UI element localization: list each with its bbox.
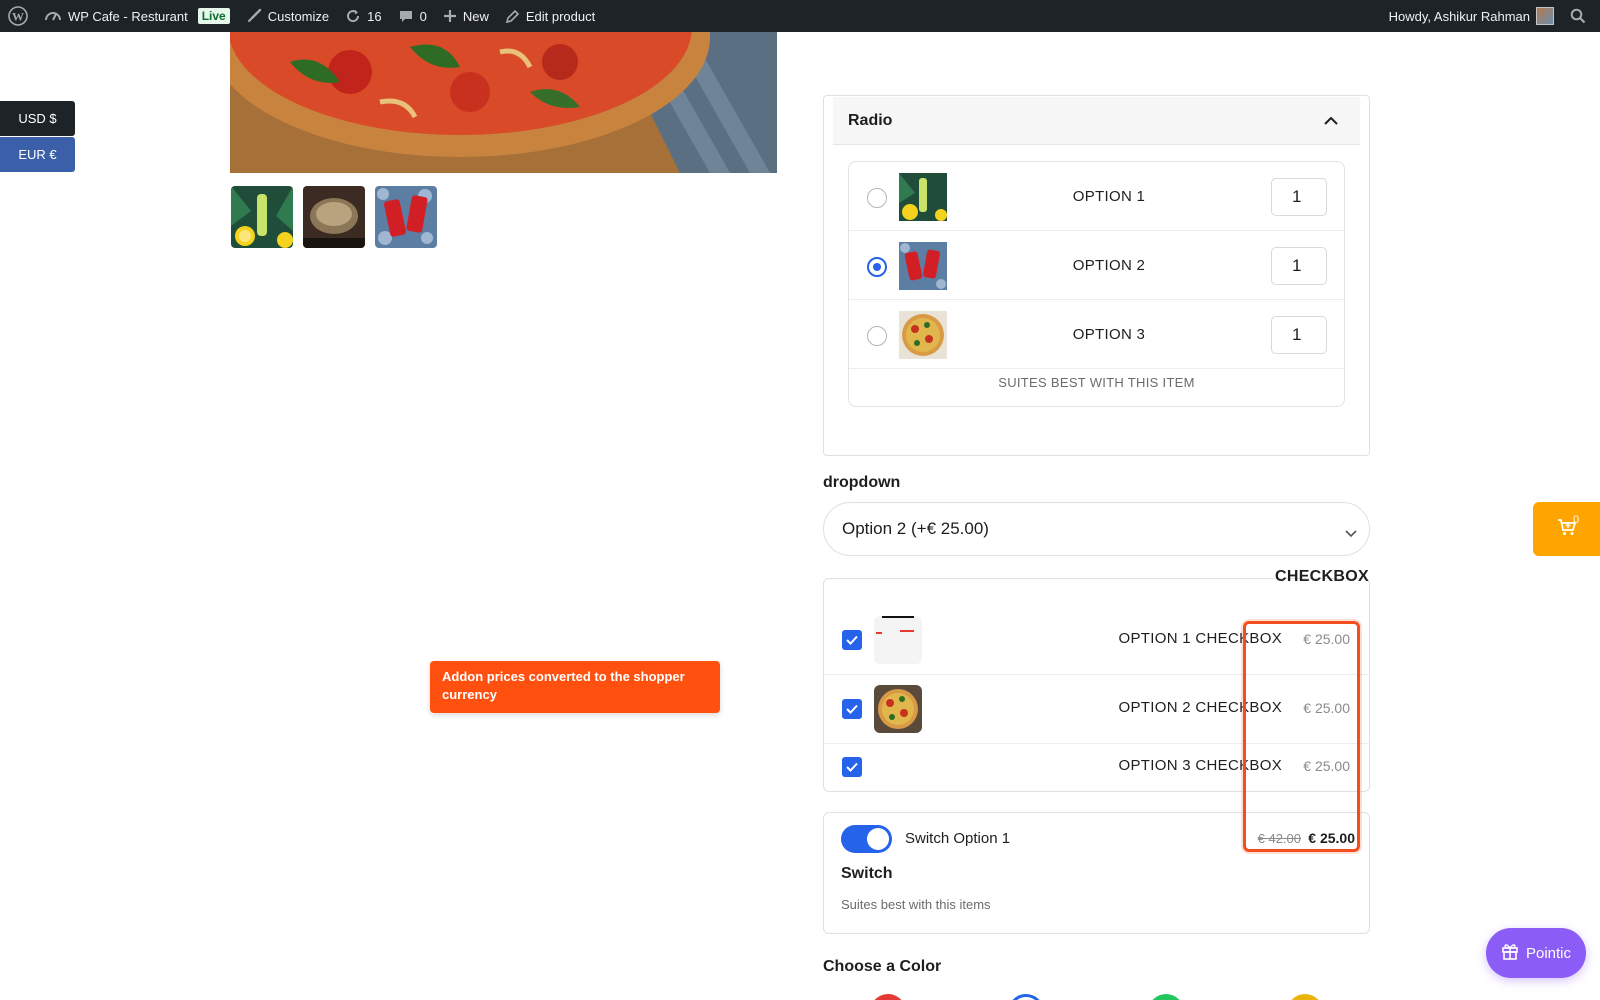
customize-label: Customize — [267, 8, 330, 24]
color-swatch-red[interactable] — [870, 994, 906, 1000]
color-choice-label: Choose a Color — [823, 958, 942, 975]
edit-product-label: Edit product — [525, 8, 596, 24]
radio-title: Radio — [848, 111, 893, 129]
pencil-icon — [505, 9, 520, 24]
radio-addon-panel: Radio OPTION 1 1 OPTION 2 1 OPTION 3 1 S… — [823, 95, 1370, 456]
radio-option-row[interactable]: OPTION 1 1 — [849, 162, 1344, 231]
floating-cart-button[interactable]: 0 — [1533, 502, 1600, 556]
checkbox-option-row[interactable]: OPTION 2 CHECKBOX € 25.00 — [824, 675, 1369, 744]
currency-eur-label: EUR € — [18, 147, 57, 162]
checkbox-option-price: € 25.00 — [1303, 631, 1350, 647]
color-swatch-green[interactable] — [1148, 994, 1184, 1000]
wordpress-icon: W — [8, 6, 28, 26]
dropdown-selected-value: Option 2 (+€ 25.00) — [842, 519, 989, 538]
checkbox-option-label: OPTION 2 CHECKBOX — [1118, 699, 1282, 716]
admin-search-button[interactable] — [1562, 0, 1600, 32]
edit-product-link[interactable]: Edit product — [497, 0, 603, 32]
option-image — [874, 616, 922, 664]
switch-old-price: € 42.00 — [1257, 831, 1301, 846]
radio-button-selected[interactable] — [867, 257, 887, 277]
chevron-up-icon[interactable] — [1324, 113, 1338, 131]
new-label: New — [462, 8, 489, 24]
updates-count: 16 — [367, 8, 382, 24]
checkbox-option-row[interactable]: OPTION 1 CHECKBOX € 25.00 — [824, 605, 1369, 675]
wordpress-menu[interactable]: W — [0, 0, 36, 32]
switch-option-label: Switch Option 1 — [905, 830, 1011, 847]
quantity-input[interactable]: 1 — [1271, 178, 1327, 216]
dashboard-icon — [44, 7, 62, 25]
radio-option-row[interactable]: OPTION 2 1 — [849, 231, 1344, 300]
brush-icon — [246, 8, 262, 24]
color-swatch-blue[interactable] — [1008, 994, 1044, 1000]
checkbox-option-price: € 25.00 — [1303, 700, 1350, 716]
option-image — [899, 311, 947, 359]
site-name-menu[interactable]: WP Cafe - Resturant Live — [36, 0, 238, 32]
radio-option-label: OPTION 1 — [1072, 188, 1146, 205]
customize-link[interactable]: Customize — [238, 0, 337, 32]
option-image — [899, 242, 947, 290]
admin-bar: W WP Cafe - Resturant Live Customize 16 … — [0, 0, 1600, 32]
pointic-label: Pointic — [1525, 944, 1572, 962]
radio-option-label: OPTION 2 — [1072, 257, 1146, 274]
radio-option-row[interactable]: OPTION 3 1 — [849, 300, 1344, 369]
plus-icon — [443, 9, 457, 23]
gift-icon — [1501, 942, 1519, 964]
switch-new-price: € 25.00 — [1308, 830, 1355, 846]
refresh-icon — [345, 8, 361, 24]
checkbox-title: CHECKBOX — [1275, 568, 1369, 585]
cart-count: 0 — [1573, 514, 1580, 526]
product-thumbnail[interactable] — [303, 186, 365, 248]
switch-toggle[interactable] — [841, 825, 892, 853]
pointic-button[interactable]: Pointic — [1486, 928, 1586, 978]
howdy-text: Howdy, Ashikur Rahman — [1388, 8, 1530, 24]
new-content-link[interactable]: New — [435, 0, 497, 32]
radio-accordion-header[interactable]: Radio — [833, 97, 1360, 145]
checkbox-checked[interactable] — [842, 757, 862, 777]
chevron-down-icon — [1345, 523, 1357, 543]
switch-title: Switch — [841, 865, 893, 882]
comments-link[interactable]: 0 — [390, 0, 435, 32]
currency-usd-label: USD $ — [18, 111, 57, 126]
radio-options-box: OPTION 1 1 OPTION 2 1 OPTION 3 1 SUITES … — [848, 161, 1345, 407]
switch-note: Suites best with this items — [841, 897, 991, 912]
checkbox-checked[interactable] — [842, 699, 862, 719]
live-badge: Live — [197, 8, 230, 24]
checkbox-option-price: € 25.00 — [1303, 758, 1350, 774]
dropdown-label: dropdown — [823, 474, 901, 491]
radio-button[interactable] — [867, 326, 887, 346]
site-name: WP Cafe - Resturant — [68, 8, 188, 24]
color-swatch-yellow[interactable] — [1287, 994, 1323, 1000]
comments-count: 0 — [419, 8, 427, 24]
switch-addon-panel: Switch Option 1 € 42.00 € 25.00 Switch S… — [823, 812, 1370, 934]
checkbox-option-label: OPTION 1 CHECKBOX — [1118, 630, 1282, 647]
updates-link[interactable]: 16 — [337, 0, 389, 32]
product-thumbnail[interactable] — [231, 186, 293, 248]
radio-option-label: OPTION 3 — [1072, 326, 1146, 343]
checkbox-option-label: OPTION 3 CHECKBOX — [1118, 757, 1282, 774]
avatar — [1536, 7, 1554, 25]
search-icon — [1570, 8, 1586, 24]
option-image — [874, 685, 922, 733]
account-menu[interactable]: Howdy, Ashikur Rahman — [1381, 0, 1562, 32]
currency-eur-button[interactable]: EUR € — [0, 137, 75, 172]
comment-icon — [398, 8, 414, 24]
annotation-callout: Addon prices converted to the shopper cu… — [430, 661, 720, 713]
addon-dropdown-select[interactable]: Option 2 (+€ 25.00) — [823, 502, 1370, 556]
checkbox-addon-panel: OPTION 1 CHECKBOX € 25.00 OPTION 2 CHECK… — [823, 578, 1370, 792]
product-main-image[interactable] — [230, 32, 777, 173]
svg-text:W: W — [12, 10, 24, 24]
product-thumbnail[interactable] — [375, 186, 437, 248]
option-image — [899, 173, 947, 221]
checkbox-checked[interactable] — [842, 630, 862, 650]
currency-usd-button[interactable]: USD $ — [0, 101, 75, 136]
quantity-input[interactable]: 1 — [1271, 247, 1327, 285]
checkbox-option-row[interactable]: OPTION 3 CHECKBOX € 25.00 — [824, 744, 1369, 791]
quantity-input[interactable]: 1 — [1271, 316, 1327, 354]
radio-note: SUITES BEST WITH THIS ITEM — [998, 375, 1195, 390]
radio-button[interactable] — [867, 188, 887, 208]
